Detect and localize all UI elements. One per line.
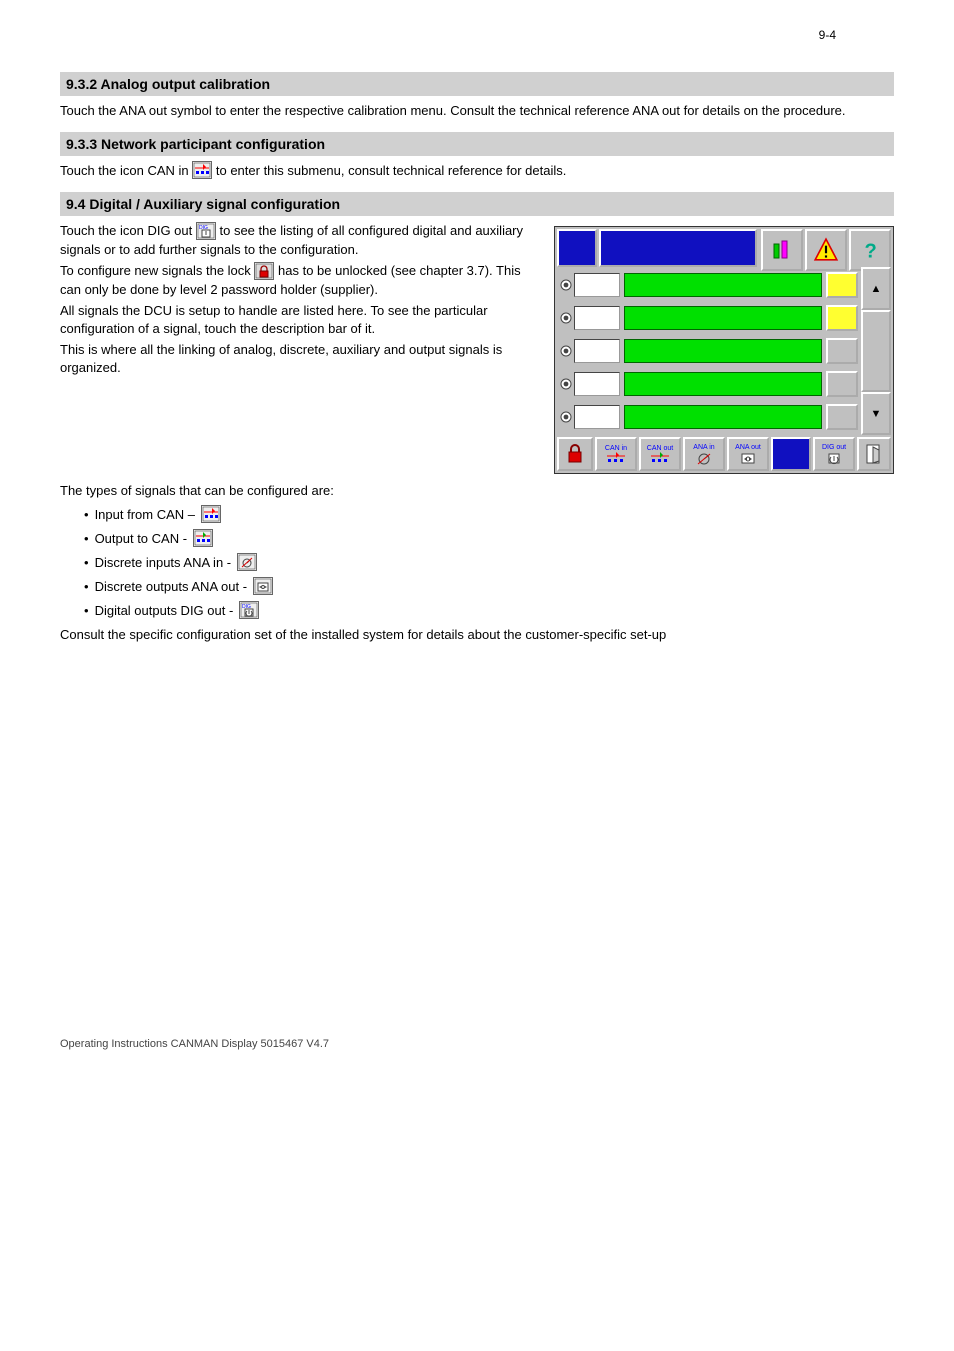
row-description-bar[interactable] [624,339,822,363]
can-out-icon [193,529,213,547]
types-outro: Consult the specific configuration set o… [60,626,894,644]
warning-icon[interactable] [805,229,847,271]
help-icon[interactable]: ? [849,229,891,271]
radio-icon [560,345,572,357]
type-item-ana-out: Discrete outputs ANA out - [84,578,894,596]
radio-icon [560,411,572,423]
row-status-button[interactable] [826,305,858,331]
signal-type-list: Input from CAN – Output to CAN - Discret… [84,506,894,620]
signal-row[interactable] [557,402,858,432]
tab-dig-out[interactable]: DIG out [813,437,855,471]
signal-list [557,267,858,435]
para-ana-out: Touch the ANA out symbol to enter the re… [60,102,894,120]
footer-spacer [771,437,811,471]
row-description-bar[interactable] [624,306,822,330]
scroll-down-button[interactable]: ▼ [861,392,891,435]
dig-out-screenshot: ? [554,226,894,474]
tab-label: CAN out [647,445,673,452]
dig-out-icon: DIG [239,601,259,619]
svg-text:?: ? [865,240,877,261]
types-intro: The types of signals that can be configu… [60,482,894,500]
row-status-button[interactable] [826,371,858,397]
type-label: Input from CAN – [84,507,195,522]
can-in-icon [201,505,221,523]
row-description-bar[interactable] [624,405,822,429]
ana-out-icon [253,577,273,595]
signal-row[interactable] [557,303,858,333]
signal-row[interactable] [557,369,858,399]
para-network-participant: Touch the icon CAN in to enter this subm… [60,162,894,181]
type-label: Discrete inputs ANA in - [84,555,231,570]
radio-icon [560,378,572,390]
row-label-field [574,339,620,363]
scroll-up-button[interactable]: ▲ [861,267,891,310]
heading-network-participant: 9.3.3 Network participant configuration [60,132,894,156]
tab-label: CAN in [605,445,627,452]
tab-label: DIG out [822,444,846,451]
row-description-bar[interactable] [624,273,822,297]
dig-out-icon: DIG [196,222,216,240]
row-description-bar[interactable] [624,372,822,396]
tab-label: ANA out [735,444,761,451]
heading-digital-aux: 9.4 Digital / Auxiliary signal configura… [60,192,894,216]
type-item-ana-in: Discrete inputs ANA in - [84,554,894,572]
tab-ana-out[interactable]: ANA out [727,437,769,471]
row-status-button[interactable] [826,338,858,364]
scroll-track [861,310,891,392]
row-status-button[interactable] [826,404,858,430]
type-label: Discrete outputs ANA out - [84,579,247,594]
bargraph-icon[interactable] [761,229,803,271]
signal-row[interactable] [557,336,858,366]
radio-icon [560,279,572,291]
tab-can-out[interactable]: CAN out [639,437,681,471]
screen-header-left [557,229,597,267]
page-number-top: 9-4 [819,28,836,42]
can-in-icon [192,161,212,179]
type-label: Output to CAN - [84,531,187,546]
signal-row[interactable] [557,270,858,300]
radio-icon [560,312,572,324]
row-label-field [574,306,620,330]
heading-ana-out-calibration: 9.3.2 Analog output calibration [60,72,894,96]
type-item-can-out: Output to CAN - [84,530,894,548]
exit-button[interactable] [857,437,891,471]
ana-in-icon [237,553,257,571]
text-before-digout-icon: Touch the icon DIG out [60,223,192,238]
tab-ana-in[interactable]: ANA in [683,437,725,471]
tab-label: ANA in [693,444,714,451]
text-after-can-in-icon: to enter this submenu, consult technical… [216,163,566,178]
screen-header-title [599,229,757,267]
lock-button[interactable] [557,437,593,471]
type-item-can-in: Input from CAN – [84,506,894,524]
type-label: Digital outputs DIG out - [84,603,233,618]
row-label-field [574,273,620,297]
lock-icon [254,262,274,280]
tab-can-in[interactable]: CAN in [595,437,637,471]
footer-note: Operating Instructions CANMAN Display 50… [60,1038,894,1050]
text-before-can-in-icon: Touch the icon CAN in [60,163,189,178]
row-label-field [574,372,620,396]
row-label-field [574,405,620,429]
row-status-button[interactable] [826,272,858,298]
type-item-dig-out: Digital outputs DIG out - DIG [84,602,894,620]
text-before-lock-icon: To configure new signals the lock [60,263,251,278]
